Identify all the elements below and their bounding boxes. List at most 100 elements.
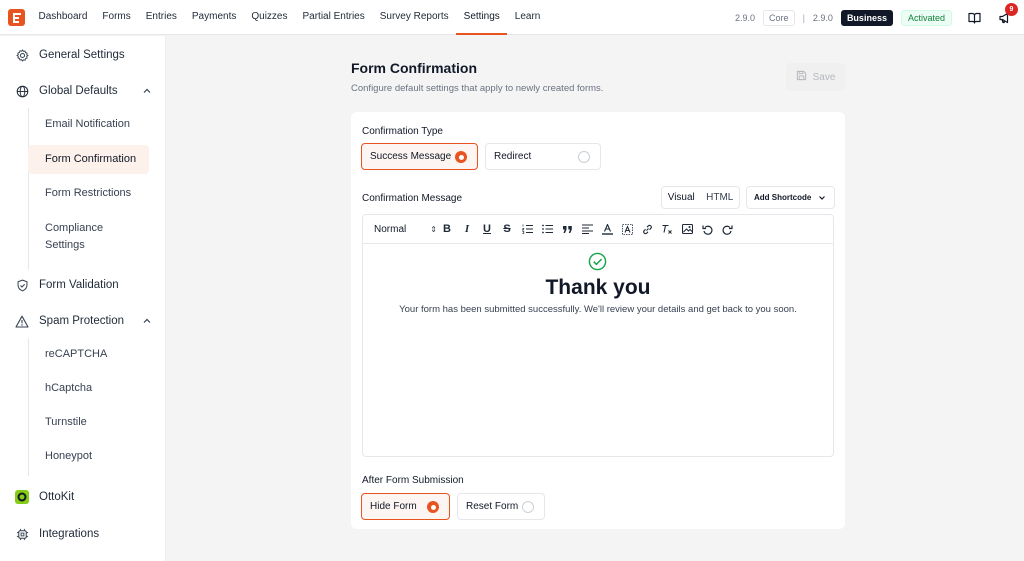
sidebar-item-form-validation[interactable]: Form Validation	[0, 276, 166, 294]
sidebar-item-recaptcha[interactable]: reCAPTCHA	[28, 346, 149, 363]
sidebar-item-hcaptcha[interactable]: hCaptcha	[28, 380, 149, 397]
bold-icon[interactable]: B	[437, 221, 457, 237]
after-submission-label: After Form Submission	[362, 475, 464, 486]
radio-empty-icon[interactable]	[522, 501, 534, 513]
notification-count-badge: 9	[1005, 2, 1018, 16]
chevron-down-icon	[818, 194, 826, 204]
check-circle-icon	[588, 252, 607, 274]
add-shortcode-button[interactable]: Add Shortcode	[746, 186, 835, 209]
option-success-message[interactable]: Success Message	[361, 143, 478, 170]
main-nav: Dashboard Forms Entries Payments Quizzes…	[31, 0, 548, 35]
sidebar-item-ottokit[interactable]: OttoKit	[0, 488, 166, 506]
sidebar-item-global-defaults[interactable]: Global Defaults	[0, 82, 166, 100]
gear-icon	[15, 48, 29, 62]
radio-selected-icon[interactable]	[427, 501, 439, 513]
link-icon[interactable]	[637, 221, 657, 237]
ordered-list-icon[interactable]	[517, 221, 537, 237]
sidebar-item-label: Form Validation	[39, 279, 119, 291]
business-version: 2.9.0	[812, 12, 833, 23]
settings-sidebar: General Settings Global Defaults Email N…	[0, 36, 166, 561]
shield-check-icon	[15, 278, 29, 292]
nav-partial-entries[interactable]: Partial Entries	[295, 0, 372, 35]
sidebar-item-spam-protection[interactable]: Spam Protection	[0, 312, 166, 330]
core-tag: Core	[763, 9, 795, 26]
tab-visual[interactable]: Visual	[662, 187, 701, 208]
save-icon	[796, 70, 807, 84]
business-tag: Business	[840, 9, 893, 26]
warning-triangle-icon	[15, 314, 29, 328]
nav-payments[interactable]: Payments	[184, 0, 243, 35]
nav-settings[interactable]: Settings	[456, 0, 508, 35]
option-label: Success Message	[370, 151, 452, 162]
version-area: 2.9.0 Core | 2.9.0 Business Activated 9	[735, 0, 1018, 35]
sidebar-item-form-confirmation[interactable]: Form Confirmation	[28, 145, 149, 174]
option-label: Reset Form	[466, 501, 519, 512]
format-select-value: Normal	[374, 223, 407, 235]
sidebar-item-label: Global Defaults	[39, 85, 118, 97]
italic-icon[interactable]: I	[457, 221, 477, 237]
sidebar-item-turnstile[interactable]: Turnstile	[28, 414, 149, 431]
background-color-icon[interactable]	[617, 221, 637, 237]
top-navigation-bar: Dashboard Forms Entries Payments Quizzes…	[0, 0, 1024, 35]
updown-arrows-icon: ⇕	[430, 224, 437, 234]
editor-mode-toggle: Visual HTML	[661, 186, 740, 209]
page-subtitle: Configure default settings that apply to…	[351, 83, 604, 94]
sidebar-item-label: Spam Protection	[39, 315, 125, 327]
confirmation-type-label: Confirmation Type	[362, 126, 443, 137]
add-shortcode-label: Add Shortcode	[754, 193, 812, 202]
globe-icon	[15, 84, 29, 98]
option-hide-form[interactable]: Hide Form	[361, 493, 450, 520]
align-icon[interactable]	[577, 221, 597, 237]
sidebar-item-label: Integrations	[39, 528, 100, 540]
blockquote-icon[interactable]	[557, 221, 577, 237]
clear-format-icon[interactable]	[657, 221, 677, 237]
nav-quizzes[interactable]: Quizzes	[244, 0, 295, 35]
sidebar-item-label: General Settings	[39, 49, 125, 61]
chip-icon	[15, 527, 29, 541]
sidebar-item-general-settings[interactable]: General Settings	[0, 46, 166, 64]
confirmation-message-label: Confirmation Message	[362, 193, 463, 204]
activated-badge: Activated	[900, 9, 952, 26]
sidebar-item-compliance-settings[interactable]: Compliance Settings	[28, 220, 118, 254]
version-separator: |	[802, 12, 805, 23]
option-reset-form[interactable]: Reset Form	[457, 493, 545, 520]
image-icon[interactable]	[677, 221, 697, 237]
save-label: Save	[812, 71, 836, 83]
option-label: Hide Form	[370, 501, 417, 512]
chevron-up-icon[interactable]	[142, 86, 152, 99]
underline-icon[interactable]: U	[477, 221, 497, 237]
option-label: Redirect	[494, 151, 532, 162]
sidebar-item-form-restrictions[interactable]: Form Restrictions	[28, 185, 149, 202]
nav-survey-reports[interactable]: Survey Reports	[372, 0, 456, 35]
message-title: Thank you	[545, 276, 651, 299]
sidebar-item-integrations[interactable]: Integrations	[0, 525, 166, 543]
nav-forms[interactable]: Forms	[95, 0, 138, 35]
editor-toolbar: Normal ⇕ B I U S	[363, 215, 833, 244]
message-body: Your form has been submitted successfull…	[399, 304, 797, 315]
app-logo[interactable]	[8, 8, 25, 26]
bullet-list-icon[interactable]	[537, 221, 557, 237]
radio-empty-icon[interactable]	[578, 151, 590, 163]
redo-icon[interactable]	[717, 221, 737, 237]
chevron-up-icon[interactable]	[142, 316, 152, 329]
nav-learn[interactable]: Learn	[507, 0, 548, 35]
text-color-icon[interactable]	[597, 221, 617, 237]
strikethrough-icon[interactable]: S	[497, 221, 517, 237]
sidebar-item-email-notification[interactable]: Email Notification	[28, 116, 149, 133]
option-redirect[interactable]: Redirect	[485, 143, 601, 170]
format-select[interactable]: Normal ⇕	[374, 224, 437, 235]
radio-selected-icon[interactable]	[455, 151, 467, 163]
nav-dashboard[interactable]: Dashboard	[31, 0, 95, 35]
docs-book-icon[interactable]	[966, 10, 982, 26]
announcement-megaphone-icon[interactable]: 9	[996, 2, 1018, 26]
sidebar-item-label: OttoKit	[39, 491, 75, 503]
ottokit-logo-icon	[15, 490, 29, 504]
undo-icon[interactable]	[697, 221, 717, 237]
tab-html[interactable]: HTML	[701, 187, 740, 208]
nav-entries[interactable]: Entries	[138, 0, 184, 35]
core-version: 2.9.0	[735, 12, 756, 23]
rich-text-editor[interactable]: Normal ⇕ B I U S	[362, 214, 834, 457]
sidebar-item-honeypot[interactable]: Honeypot	[28, 448, 149, 465]
save-button[interactable]: Save	[786, 63, 845, 91]
page-title: Form Confirmation	[351, 60, 477, 76]
